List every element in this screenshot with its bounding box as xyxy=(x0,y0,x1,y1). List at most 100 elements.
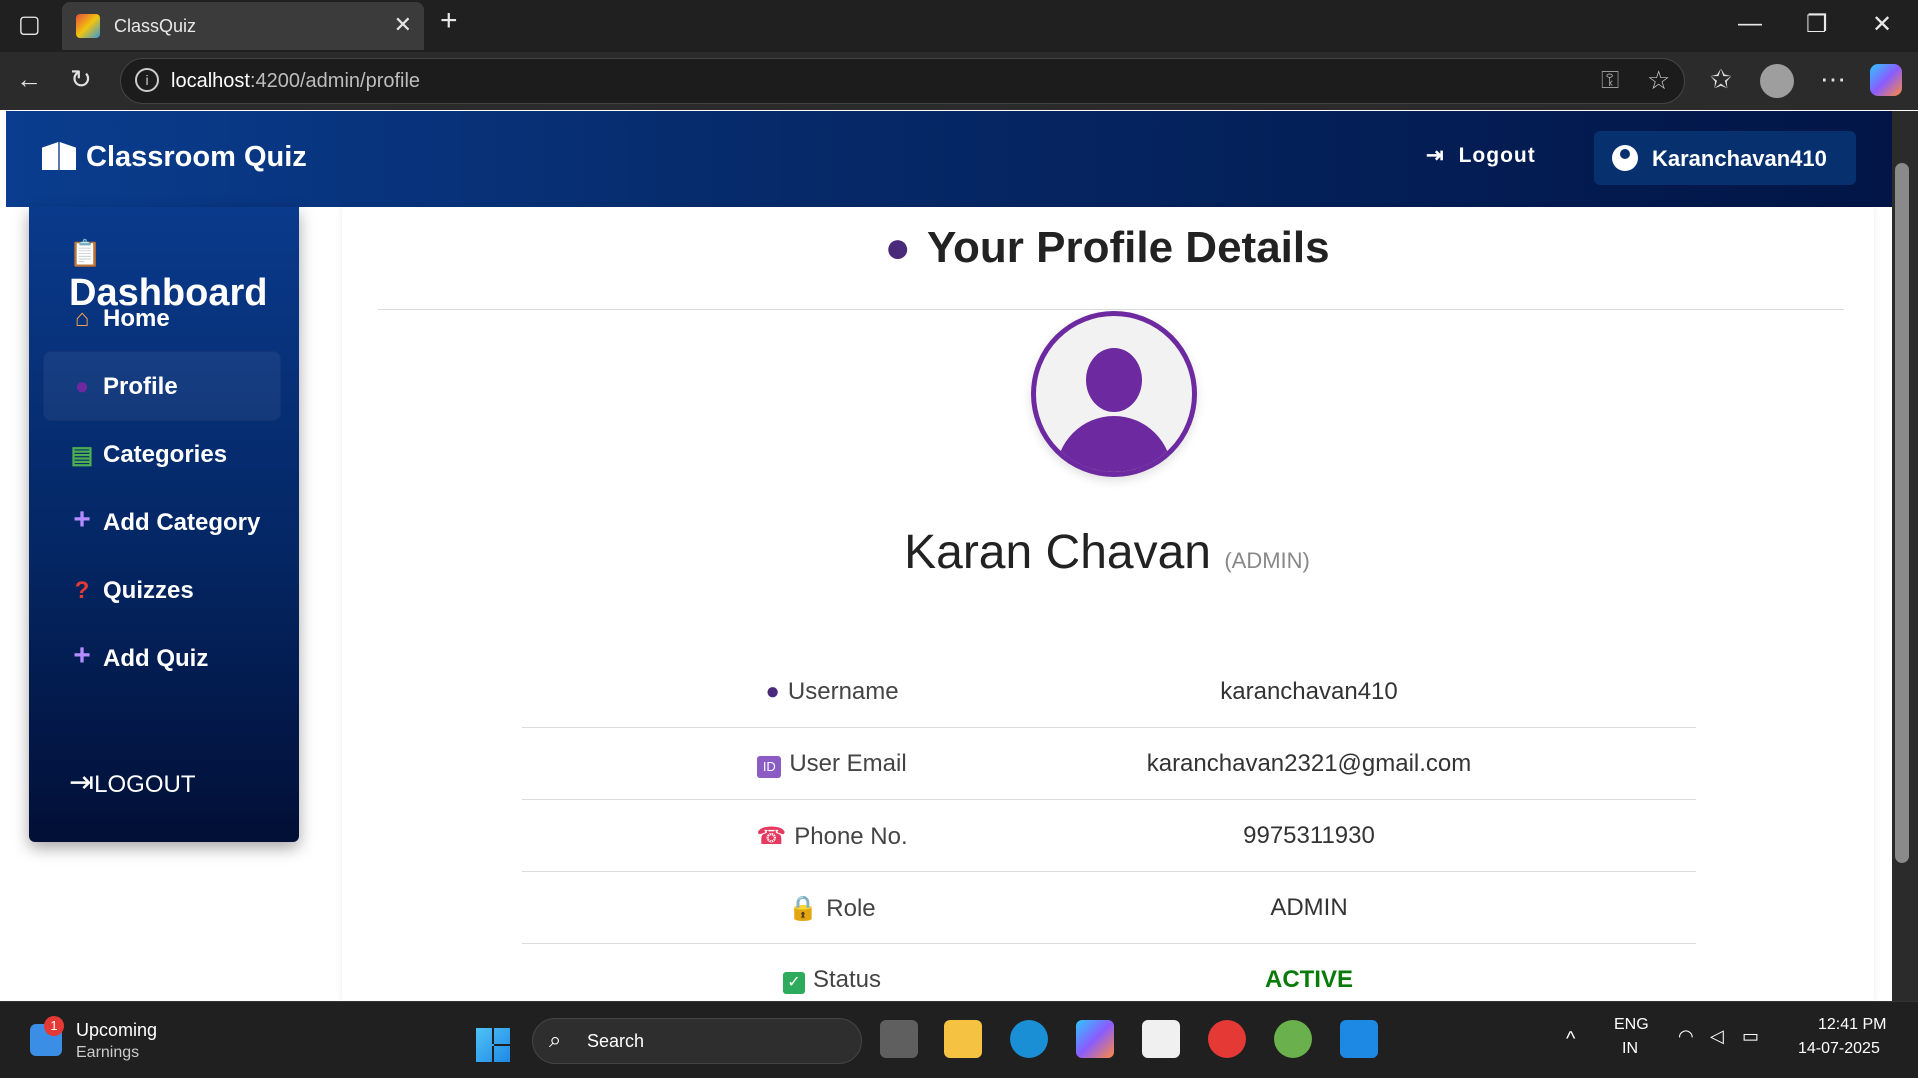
row-value: karanchavan410 xyxy=(1220,678,1398,705)
plus-icon: + xyxy=(73,503,91,536)
reload-icon[interactable]: ↻ xyxy=(70,64,92,95)
user-circle-icon xyxy=(1612,145,1638,171)
wifi-icon[interactable]: ◠ xyxy=(1678,1026,1694,1047)
url-host: localhost xyxy=(171,70,250,92)
favorites-icon[interactable]: ✩ xyxy=(1710,64,1732,95)
site-info-icon[interactable]: i xyxy=(135,68,159,92)
sidebar-item-quizzes[interactable]: ? Quizzes xyxy=(43,555,281,625)
clock-time[interactable]: 12:41 PM xyxy=(1818,1016,1886,1034)
url-path: :4200/admin/profile xyxy=(249,70,421,92)
battery-icon[interactable]: ▭ xyxy=(1742,1026,1759,1047)
row-value: karanchavan2321@gmail.com xyxy=(1146,750,1472,777)
brand[interactable]: Classroom Quiz xyxy=(42,141,307,174)
search-icon: ⌕ xyxy=(549,1027,562,1052)
close-window-icon[interactable]: ✕ xyxy=(1872,10,1892,39)
close-tab-icon[interactable]: ✕ xyxy=(394,12,412,38)
clipboard-icon: 📋 xyxy=(69,238,102,268)
sidebar-toggle-icon[interactable]: ▢ xyxy=(18,10,41,39)
widget-subtitle: Earnings xyxy=(76,1044,140,1061)
store-icon[interactable] xyxy=(1142,1020,1180,1058)
id-card-icon: ID xyxy=(757,756,782,778)
navbar-user-button[interactable]: Karanchavan410 xyxy=(1594,131,1856,185)
scrollbar-thumb[interactable] xyxy=(1895,163,1909,863)
new-tab-icon[interactable]: + xyxy=(440,4,458,38)
table-row: 🔒 Role ADMIN xyxy=(522,872,1696,944)
profile-card: ● Your Profile Details Karan Chavan (ADMI… xyxy=(342,207,1874,1001)
user-icon: ● xyxy=(74,373,90,400)
sidebar: 📋Dashboard ⌂ Home ● Profile ▤ Categories + A… xyxy=(29,207,299,842)
copilot-icon[interactable] xyxy=(1870,64,1902,96)
start-icon[interactable] xyxy=(476,1028,510,1062)
lang-bottom: IN xyxy=(1622,1040,1638,1057)
minimize-icon[interactable]: — xyxy=(1738,10,1762,38)
table-row: ✓ Status ACTIVE xyxy=(522,944,1696,1001)
chrome-icon[interactable] xyxy=(1208,1020,1246,1058)
phone-icon: ☎ xyxy=(756,823,787,850)
table-row: ID User Email karanchavan2321@gmail.com xyxy=(522,728,1696,800)
table-row: ☎ Phone No. 9975311930 xyxy=(522,800,1696,872)
back-icon[interactable]: ← xyxy=(16,64,42,95)
profile-name: Karan Chavan (ADMIN) xyxy=(342,525,1872,580)
more-menu-icon[interactable]: ⋯ xyxy=(1820,64,1846,95)
navbar-logout-button[interactable]: ⇥ Logout xyxy=(1426,143,1536,168)
vscode-icon[interactable] xyxy=(1340,1020,1378,1058)
restore-icon[interactable]: ❐ xyxy=(1806,10,1828,39)
logout-icon: ⇥ xyxy=(1426,144,1445,167)
books-icon: ▤ xyxy=(70,442,94,469)
profile-role-tag: (ADMIN) xyxy=(1224,548,1310,573)
taskbar-search[interactable]: ⌕ Search xyxy=(532,1018,862,1064)
row-label-text: Role xyxy=(826,895,876,922)
check-icon: ✓ xyxy=(782,972,805,994)
row-label-text: User Email xyxy=(789,750,907,777)
navbar-username: Karanchavan410 xyxy=(1652,146,1827,171)
favorite-star-icon[interactable]: ☆ xyxy=(1647,65,1670,96)
tab-favicon-icon xyxy=(76,14,100,38)
sidebar-item-label: Add Category xyxy=(103,509,261,536)
widget-title[interactable]: Upcoming xyxy=(76,1020,157,1041)
clock-date: 14-07-2025 xyxy=(1798,1040,1880,1057)
row-value: ADMIN xyxy=(1270,894,1348,921)
sidebar-item-categories[interactable]: ▤ Categories xyxy=(43,419,281,489)
key-icon[interactable]: ⚿ xyxy=(1601,67,1619,95)
sidebar-item-add-category[interactable]: + Add Category xyxy=(43,487,281,557)
file-explorer-icon[interactable] xyxy=(944,1020,982,1058)
search-label: Search xyxy=(587,1031,645,1051)
profile-avatar-icon[interactable] xyxy=(1760,64,1794,98)
plus-icon: + xyxy=(73,639,91,672)
sidebar-item-label: Categories xyxy=(103,441,228,468)
sidebar-item-profile[interactable]: ● Profile xyxy=(43,351,281,421)
sidebar-item-add-quiz[interactable]: + Add Quiz xyxy=(43,623,281,693)
user-icon: ● xyxy=(884,223,911,272)
task-view-icon[interactable] xyxy=(880,1020,918,1058)
volume-icon[interactable]: ◁ xyxy=(1710,1026,1724,1047)
spring-icon[interactable] xyxy=(1274,1020,1312,1058)
sidebar-item-label: Home xyxy=(103,305,170,332)
sidebar-item-label: Quizzes xyxy=(103,577,194,604)
sidebar-logout-button[interactable]: ⇥LOGOUT xyxy=(69,765,195,800)
page-scrollbar[interactable] xyxy=(1892,111,1918,1001)
brand-title: Classroom Quiz xyxy=(86,141,307,173)
lang-top[interactable]: ENG xyxy=(1614,1016,1649,1034)
top-navbar: Classroom Quiz ⇥ Logout Karanchavan410 xyxy=(6,111,1892,207)
tab-title: ClassQuiz xyxy=(114,16,197,36)
copilot-app-icon[interactable] xyxy=(1076,1020,1114,1058)
page-title-text: Your Profile Details xyxy=(926,223,1330,272)
address-bar-row: ← ↻ i localhost:4200/admin/profile ⚿ ☆ ✩… xyxy=(0,52,1918,110)
avatar-body xyxy=(1056,416,1172,472)
avatar-head xyxy=(1086,348,1142,412)
app-viewport: Classroom Quiz ⇥ Logout Karanchavan410 📋D… xyxy=(6,111,1892,1001)
row-label-text: Username xyxy=(787,678,899,705)
sidebar-item-home[interactable]: ⌂ Home xyxy=(43,283,281,353)
sidebar-item-label: Profile xyxy=(103,373,178,400)
profile-full-name: Karan Chavan xyxy=(904,526,1211,579)
status-value: ACTIVE xyxy=(1264,966,1353,993)
tray-chevron-icon[interactable]: ^ xyxy=(1566,1028,1575,1051)
divider xyxy=(378,309,1844,310)
house-icon: ⌂ xyxy=(74,305,90,332)
browser-tab[interactable]: ClassQuiz ✕ xyxy=(62,2,424,50)
sidebar-item-label: Add Quiz xyxy=(103,645,209,672)
url-input[interactable]: i localhost:4200/admin/profile ⚿ ☆ xyxy=(120,58,1685,104)
widget-badge: 1 xyxy=(44,1016,64,1036)
edge-icon[interactable] xyxy=(1010,1020,1048,1058)
book-icon xyxy=(42,142,76,170)
